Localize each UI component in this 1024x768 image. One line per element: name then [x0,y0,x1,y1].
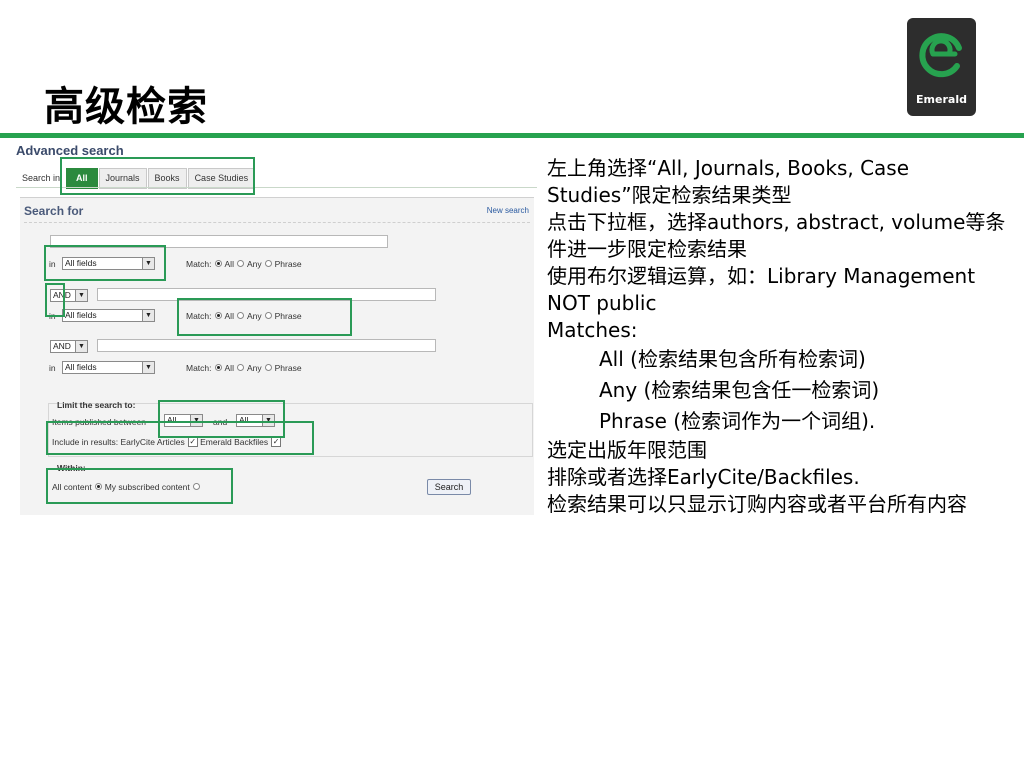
chevron-down-icon: ▼ [75,290,87,301]
note-dropdown: 点击下拉框，选择authors, abstract, volume等条件进一步限… [547,210,1006,261]
note-content-scope: 检索结果可以只显示订购内容或者平台所有内容 [547,492,967,516]
note-match-all: All (检索结果包含所有检索词) [599,347,866,371]
new-search-link[interactable]: New search [487,206,529,215]
slide-title: 高级检索 [44,84,208,130]
highlight-operator [45,283,65,317]
highlight-field-select [44,245,166,281]
highlight-tabs [60,157,255,195]
radio-all-1[interactable] [214,260,222,268]
notes-panel: 左上角选择“All, Journals, Books, Case Studies… [547,155,1012,518]
advanced-search-heading: Advanced search [16,143,124,158]
match-phrase-label-1: Phrase [274,259,302,269]
divider [24,222,530,223]
emerald-logo: Emerald [907,18,976,116]
search-term-input-3[interactable] [97,339,436,352]
match-all-label-3: All [224,363,234,373]
match-label-3: Match: [186,363,212,373]
field-select-3-value: All fields [65,362,97,372]
note-earlycite: 排除或者选择EarlyCite/Backfiles. [547,465,860,489]
match-all-label-1: All [224,259,234,269]
field-select-2-value: All fields [65,310,97,320]
radio-all-3[interactable] [214,364,222,372]
highlight-within [46,468,233,504]
search-button[interactable]: Search [427,479,471,495]
note-years: 选定出版年限范围 [547,438,707,462]
search-for-heading: Search for [24,204,84,218]
operator-select-2-value: AND [53,341,71,351]
in-label-3: in [49,363,56,373]
match-phrase-label-3: Phrase [274,363,302,373]
note-matches: Matches: [547,318,638,342]
match-options-1: Match: All Any Phrase [186,259,302,269]
field-select-2[interactable]: All fields ▼ [62,309,155,322]
note-tabs: 左上角选择“All, Journals, Books, Case Studies… [547,156,910,207]
match-options-3: Match: All Any Phrase [186,363,302,373]
highlight-include [46,421,314,455]
logo-text: Emerald [916,93,967,106]
limit-heading: Limit the search to: [57,400,136,410]
note-match-phrase: Phrase (检索词作为一个词组). [599,409,876,433]
radio-any-1[interactable] [236,260,244,268]
match-label-1: Match: [186,259,212,269]
radio-phrase-1[interactable] [264,260,272,268]
header-divider [0,133,1024,138]
match-any-label-1: Any [246,259,262,269]
chevron-down-icon: ▼ [142,310,154,321]
match-any-label-3: Any [246,363,262,373]
advanced-search-screenshot: Advanced search Search in All Journals B… [16,141,537,515]
radio-phrase-3[interactable] [264,364,272,372]
search-in-label: Search in [22,173,61,183]
emerald-logo-icon [919,33,962,78]
chevron-down-icon: ▼ [142,362,154,373]
note-boolean: 使用布尔逻辑运算，如：Library Management NOT public [547,264,976,315]
field-select-3[interactable]: All fields ▼ [62,361,155,374]
chevron-down-icon: ▼ [75,341,87,352]
operator-select-2[interactable]: AND ▼ [50,340,88,353]
note-match-any: Any (检索结果包含任一检索词) [599,378,880,402]
highlight-match [177,298,352,336]
radio-any-3[interactable] [236,364,244,372]
